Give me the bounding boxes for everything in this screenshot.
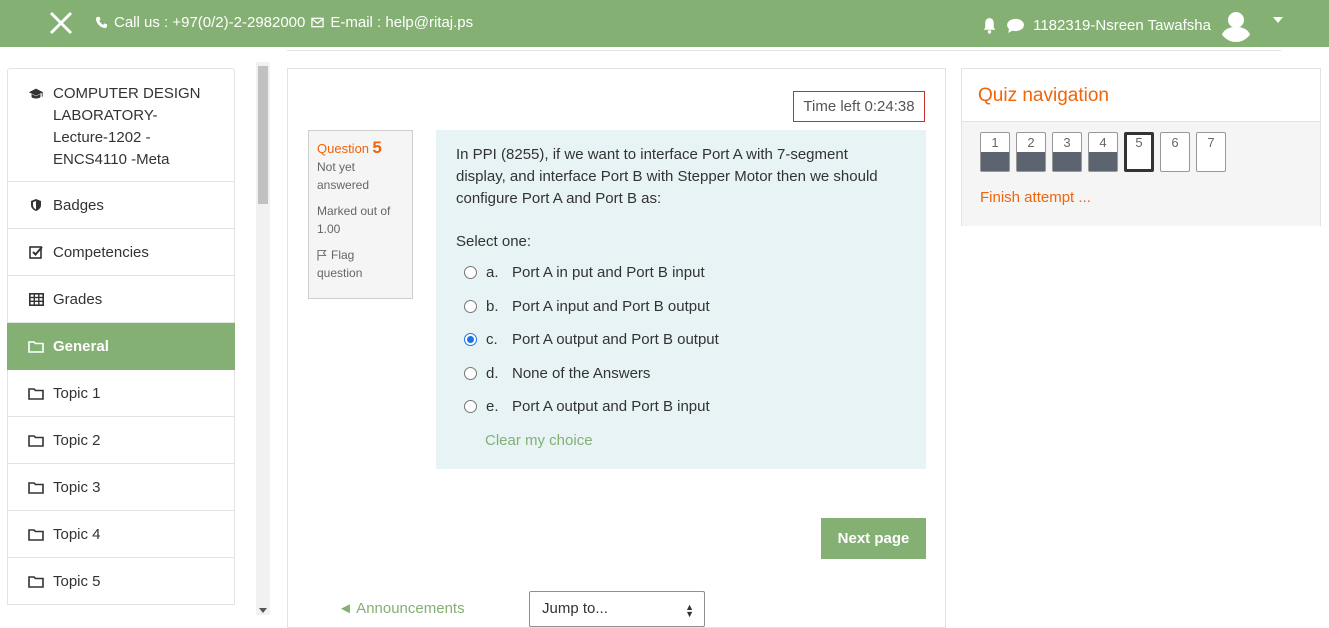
flag-question-link[interactable]: Flag question	[317, 246, 404, 282]
answer-option-d[interactable]: d. None of the Answers	[456, 357, 906, 391]
quiz-nav-question-5-current[interactable]: 5	[1124, 132, 1154, 172]
table-icon	[28, 291, 44, 307]
sidebar-item-label: Topic 3	[53, 478, 101, 496]
time-left-timer: Time left 0:24:38	[793, 91, 925, 122]
sidebar-item-label: Grades	[53, 290, 103, 308]
shield-icon	[28, 197, 44, 213]
checkbox-icon	[28, 244, 44, 260]
folder-icon	[28, 385, 44, 401]
clear-choice-link[interactable]: Clear my choice	[485, 432, 906, 449]
sidebar-item-label: Topic 5	[53, 572, 101, 590]
radio-button[interactable]	[464, 400, 477, 414]
answered-indicator	[1017, 152, 1045, 171]
finish-attempt-link[interactable]: Finish attempt ...	[980, 189, 1302, 206]
scroll-down-arrow-icon[interactable]	[259, 608, 267, 613]
top-navbar: Call us : +97(0/2)-2-2982000 E-mail : he…	[0, 0, 1329, 47]
sidebar-item-topic-3[interactable]: Topic 3	[7, 464, 235, 511]
quiz-nav-question-7[interactable]: 7	[1196, 132, 1226, 172]
folder-icon	[28, 432, 44, 448]
radio-button-selected[interactable]	[464, 333, 477, 347]
chat-icon[interactable]	[1006, 17, 1025, 34]
radio-button[interactable]	[464, 366, 477, 380]
user-silhouette-icon	[1220, 12, 1252, 42]
radio-button[interactable]	[464, 299, 477, 313]
contact-info: Call us : +97(0/2)-2-2982000 E-mail : he…	[95, 14, 473, 31]
sidebar-item-topic-1[interactable]: Topic 1	[7, 370, 235, 417]
answer-options: a. Port A in put and Port B input b. Por…	[456, 256, 906, 424]
graduation-cap-icon	[28, 86, 44, 102]
quiz-navigation-block: Quiz navigation 1 2 3 4 5 6 7 Finish att…	[961, 68, 1321, 226]
question-buttons: 1 2 3 4 5 6 7	[980, 132, 1302, 172]
scrollbar-thumb[interactable]	[258, 66, 268, 204]
quiz-nav-question-6[interactable]: 6	[1160, 132, 1190, 172]
quiz-navigation-title: Quiz navigation	[962, 69, 1320, 122]
phone-text: Call us : +97(0/2)-2-2982000	[114, 14, 306, 31]
answer-option-b[interactable]: b. Port A input and Port B output	[456, 290, 906, 324]
user-area: 1182319-Nsreen Tawafsha	[981, 8, 1253, 42]
folder-icon	[28, 479, 44, 495]
quiz-navigation-body: 1 2 3 4 5 6 7 Finish attempt ...	[962, 122, 1320, 226]
sidebar-item-topic-2[interactable]: Topic 2	[7, 417, 235, 464]
sidebar-item-label: Topic 1	[53, 384, 101, 402]
select-arrows-icon: ▲ ▼	[685, 602, 694, 619]
quiz-nav-question-4[interactable]: 4	[1088, 132, 1118, 172]
next-page-button[interactable]: Next page	[821, 518, 926, 559]
sidebar-item-general[interactable]: General	[7, 323, 235, 370]
answer-option-a[interactable]: a. Port A in put and Port B input	[456, 256, 906, 290]
answered-indicator	[981, 152, 1009, 171]
answer-option-e[interactable]: e. Port A output and Port B input	[456, 390, 906, 424]
email-text: E-mail : help@ritaj.ps	[330, 14, 474, 31]
sidebar-item-label: Topic 4	[53, 525, 101, 543]
sidebar-item-topic-5[interactable]: Topic 5	[7, 558, 235, 605]
sidebar-course-link[interactable]: COMPUTER DESIGN LABORATORY- Lecture-1202…	[7, 68, 235, 182]
question-marks: Marked out of 1.00	[317, 204, 391, 236]
question-number: 5	[372, 138, 382, 157]
user-name[interactable]: 1182319-Nsreen Tawafsha	[1033, 17, 1211, 34]
select-one-prompt: Select one:	[456, 233, 532, 250]
sidebar-item-label: Badges	[53, 196, 104, 214]
previous-activity-link[interactable]: ◄ Announcements	[338, 600, 465, 617]
content-top-edge	[287, 47, 1281, 51]
quiz-nav-question-1[interactable]: 1	[980, 132, 1010, 172]
question-content: In PPI (8255), if we want to interface P…	[436, 130, 926, 469]
quiz-main-panel: Time left 0:24:38 Question 5 Not yet ans…	[287, 68, 946, 628]
folder-icon	[28, 338, 44, 354]
question-status: Not yet answered	[317, 160, 370, 192]
folder-icon	[28, 573, 44, 589]
answered-indicator	[1089, 152, 1117, 171]
sidebar-item-label: Topic 2	[53, 431, 101, 449]
folder-icon	[28, 526, 44, 542]
jump-to-select[interactable]: Jump to... ▲ ▼	[529, 591, 705, 627]
sidebar-item-label: Competencies	[53, 243, 149, 261]
phone-icon	[95, 16, 108, 29]
question-info-box: Question 5 Not yet answered Marked out o…	[308, 130, 413, 299]
question-text: In PPI (8255), if we want to interface P…	[456, 146, 878, 207]
quiz-nav-question-3[interactable]: 3	[1052, 132, 1082, 172]
chevron-down-icon[interactable]	[1273, 17, 1283, 23]
radio-button[interactable]	[464, 266, 477, 280]
question-label: Question	[317, 141, 370, 156]
sidebar-item-grades[interactable]: Grades	[7, 276, 235, 323]
sidebar-scrollbar[interactable]	[256, 62, 270, 615]
flag-icon	[317, 249, 327, 261]
envelope-icon	[311, 17, 325, 28]
close-icon[interactable]	[48, 10, 74, 36]
course-sidebar: COMPUTER DESIGN LABORATORY- Lecture-1202…	[7, 68, 235, 628]
answer-option-c[interactable]: c. Port A output and Port B output	[456, 323, 906, 357]
answered-indicator	[1053, 152, 1081, 171]
quiz-nav-question-2[interactable]: 2	[1016, 132, 1046, 172]
bell-icon[interactable]	[981, 17, 998, 34]
sidebar-item-label: General	[53, 337, 109, 355]
course-name: COMPUTER DESIGN LABORATORY- Lecture-1202…	[53, 85, 201, 168]
sidebar-item-topic-4[interactable]: Topic 4	[7, 511, 235, 558]
sidebar-item-competencies[interactable]: Competencies	[7, 229, 235, 276]
sidebar-item-badges[interactable]: Badges	[7, 182, 235, 229]
avatar[interactable]	[1219, 8, 1253, 42]
